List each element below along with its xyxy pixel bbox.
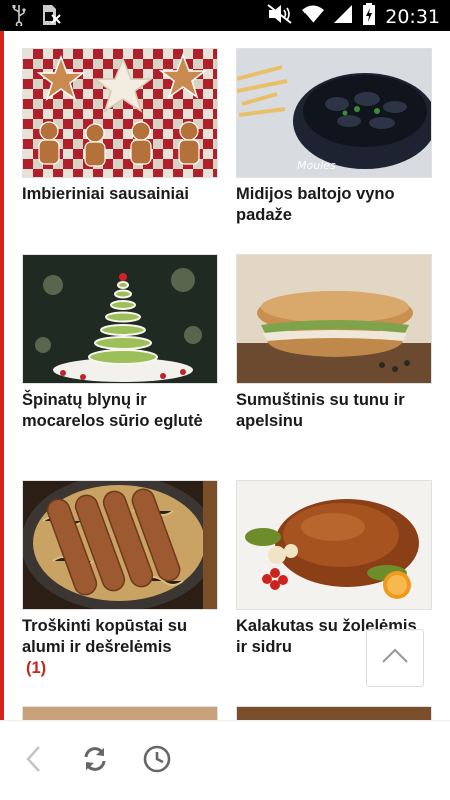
recipe-card[interactable]: Moules Midijos baltojo vyno padaže: [236, 48, 432, 226]
mute-icon: [267, 4, 293, 29]
comment-count: (1): [26, 659, 47, 677]
recipe-image-mussels[interactable]: Moules: [236, 48, 432, 178]
recipe-title[interactable]: Sumuštinis su tunu ir apelsinu: [236, 390, 432, 432]
bottom-toolbar: [0, 720, 450, 800]
scroll-to-top-button[interactable]: [366, 629, 424, 687]
recipe-image-gingerbread[interactable]: [22, 48, 218, 178]
chevron-left-icon: [25, 745, 41, 778]
recipe-title[interactable]: Troškinti kopūstai su alumi ir dešrelėmi…: [22, 616, 218, 679]
usb-icon: [12, 4, 26, 31]
recipe-card[interactable]: Imbieriniai sausainiai: [22, 48, 218, 205]
recipe-card[interactable]: [22, 706, 218, 720]
recipe-title[interactable]: Imbieriniai sausainiai: [22, 184, 218, 205]
recipe-image-sandwich[interactable]: [236, 254, 432, 384]
battery-charging-icon: [362, 3, 376, 30]
history-button[interactable]: [139, 743, 175, 779]
wifi-icon: [302, 4, 325, 29]
refresh-icon: [80, 744, 110, 779]
svg-text:Moules: Moules: [297, 159, 336, 172]
recipe-card[interactable]: Špinatų blynų ir mocarelos sūrio eglutė: [22, 254, 218, 432]
refresh-button[interactable]: [77, 743, 113, 779]
recipe-card[interactable]: Sumuštinis su tunu ir apelsinu: [236, 254, 432, 432]
recipe-image-turkey[interactable]: [236, 480, 432, 610]
recipe-image-partial[interactable]: [236, 706, 432, 720]
recipe-title[interactable]: Midijos baltojo vyno padaže: [236, 184, 432, 226]
recipe-list[interactable]: Imbieriniai sausainiai Moules Midijos ba…: [0, 31, 450, 720]
back-button[interactable]: [15, 743, 51, 779]
recipe-title[interactable]: Špinatų blynų ir mocarelos sūrio eglutė: [22, 390, 218, 432]
signal-icon: [333, 4, 353, 29]
recipe-image-partial[interactable]: [22, 706, 218, 720]
no-sim-icon: [40, 4, 62, 31]
recipe-image-spinach-tree[interactable]: [22, 254, 218, 384]
recipe-card[interactable]: Troškinti kopūstai su alumi ir dešrelėmi…: [22, 480, 218, 679]
clock-icon: [142, 744, 172, 779]
recipe-image-sauerkraut[interactable]: [22, 480, 218, 610]
status-time: 20:31: [385, 5, 440, 28]
recipe-card[interactable]: [236, 706, 432, 720]
chevron-up-icon: [381, 647, 409, 670]
status-bar: 20:31: [0, 0, 450, 31]
accent-edge: [0, 31, 4, 720]
